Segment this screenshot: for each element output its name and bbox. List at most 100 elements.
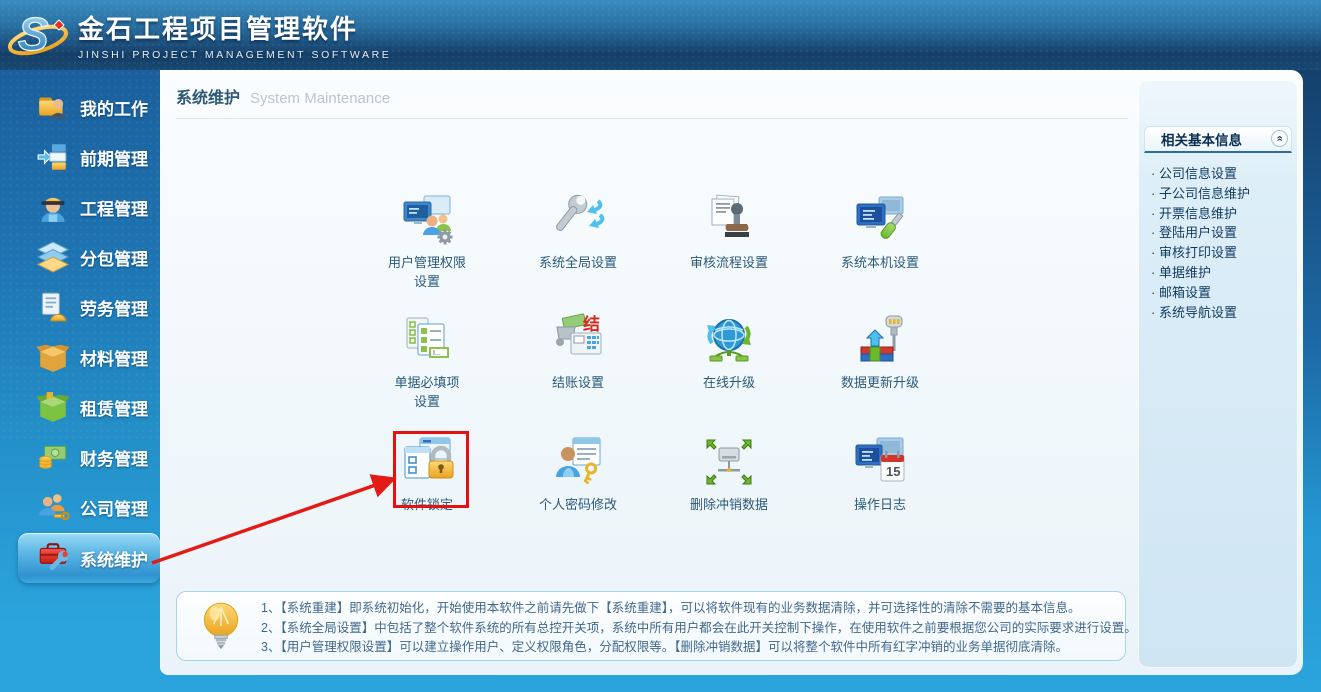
grid-item-personal-password-change[interactable]: 个人密码修改	[508, 435, 648, 513]
audit-flow-settings-icon	[702, 193, 756, 247]
grid-item-system-local-settings[interactable]: 系统本机设置	[810, 193, 950, 271]
related-link-mailbox-settings[interactable]: 邮箱设置	[1151, 283, 1292, 303]
grid-item-audit-flow-settings[interactable]: 审核流程设置	[659, 193, 799, 271]
chevron-up-icon: «	[1274, 135, 1285, 141]
sidebar-item-label: 我的工作	[80, 95, 148, 120]
sidebar-item-label: 租赁管理	[80, 395, 148, 420]
sidebar-item-system-maintenance[interactable]: 系统维护	[18, 533, 160, 583]
required-fields-settings-icon: I...	[400, 313, 454, 367]
grid-item-label: 操作日志	[810, 497, 950, 513]
collapse-button[interactable]: «	[1271, 130, 1288, 147]
grid-item-label: 在线升级	[659, 375, 799, 391]
app-header: S 金石工程项目管理软件 JINSHI PROJECT MANAGEMENT S…	[0, 0, 1321, 70]
grid-item-user-permission-settings[interactable]: 用户管理权限 设置	[357, 193, 497, 290]
main-sidebar: 我的工作 前期管理 工程管理 分包管理 劳务管理	[0, 70, 160, 692]
sidebar-item-my-work[interactable]: 我的工作	[0, 82, 160, 132]
user-permission-settings-icon	[400, 193, 454, 247]
sidebar-item-label: 系统维护	[80, 546, 148, 571]
sidebar-item-material[interactable]: 材料管理	[0, 332, 160, 382]
tip-line-1: 1、【系统重建】即系统初始化，开始使用本软件之前请先做下【系统重建】，可以将软件…	[261, 599, 1115, 619]
grid-item-label: 软件锁定	[357, 497, 497, 513]
leasing-icon	[36, 390, 70, 424]
system-maintenance-icon	[36, 541, 70, 575]
delete-writeoff-data-icon	[702, 435, 756, 489]
personal-password-icon	[551, 435, 605, 489]
tip-line-3: 3、【用户管理权限设置】可以建立操作用户、定义权限角色，分配权限等。【删除冲销数…	[261, 638, 1115, 658]
sidebar-item-label: 分包管理	[80, 245, 148, 270]
engineering-icon	[36, 190, 70, 224]
sidebar-item-label: 公司管理	[80, 495, 148, 520]
grid-item-label: 单据必填项	[357, 375, 497, 391]
sidebar-item-finance[interactable]: 财务管理	[0, 432, 160, 482]
app-logo-icon: S	[6, 4, 70, 69]
grid-item-label: 审核流程设置	[659, 255, 799, 271]
related-link-system-navigation-settings[interactable]: 系统导航设置	[1151, 303, 1292, 323]
related-link-audit-print-settings[interactable]: 审核打印设置	[1151, 243, 1292, 263]
grid-item-label: 数据更新升级	[810, 375, 950, 391]
grid-item-operation-log[interactable]: 15 操作日志	[810, 435, 950, 513]
grid-item-required-fields-settings[interactable]: I... 单据必填项 设置	[357, 313, 497, 410]
grid-item-system-global-settings[interactable]: 系统全局设置	[508, 193, 648, 271]
sidebar-item-label: 工程管理	[80, 195, 148, 220]
svg-text:I...: I...	[433, 350, 441, 357]
system-global-settings-icon	[551, 193, 605, 247]
grid-item-label: 用户管理权限	[357, 255, 497, 271]
grid-item-label-line2: 设置	[357, 274, 497, 290]
related-link-document-maintenance[interactable]: 单据维护	[1151, 263, 1292, 283]
grid-item-settlement-settings[interactable]: 结 结账设置	[508, 313, 648, 391]
online-upgrade-icon	[702, 313, 756, 367]
sidebar-item-label: 材料管理	[80, 345, 148, 370]
lightbulb-icon	[193, 599, 249, 655]
grid-item-software-lock[interactable]: 软件锁定	[357, 435, 497, 513]
system-local-settings-icon	[853, 193, 907, 247]
grid-item-online-upgrade[interactable]: 在线升级	[659, 313, 799, 391]
sidebar-item-labor[interactable]: 劳务管理	[0, 282, 160, 332]
related-link-list: 公司信息设置 子公司信息维护 开票信息维护 登陆用户设置 审核打印设置 单据维护…	[1151, 164, 1292, 322]
tips-box: 1、【系统重建】即系统初始化，开始使用本软件之前请先做下【系统重建】，可以将软件…	[176, 591, 1126, 661]
svg-text:结: 结	[583, 314, 600, 334]
grid-item-delete-writeoff-data[interactable]: 删除冲销数据	[659, 435, 799, 513]
sidebar-item-subcontract[interactable]: 分包管理	[0, 232, 160, 282]
sidebar-item-label: 劳务管理	[80, 295, 148, 320]
company-icon	[36, 490, 70, 524]
finance-icon	[36, 440, 70, 474]
svg-text:S: S	[18, 8, 49, 60]
grid-item-label: 系统本机设置	[810, 255, 950, 271]
sidebar-item-company[interactable]: 公司管理	[0, 482, 160, 532]
tip-line-2: 2、【系统全局设置】中包括了整个软件系统的所有总控开关项，系统中所有用户都会在此…	[261, 619, 1115, 639]
operation-log-icon: 15	[853, 435, 907, 489]
page-head: 系统维护 System Maintenance	[176, 84, 390, 108]
grid-item-label: 删除冲销数据	[659, 497, 799, 513]
related-panel-header: 相关基本信息	[1144, 126, 1292, 153]
grid-item-label: 结账设置	[508, 375, 648, 391]
app-title: 金石工程项目管理软件	[78, 9, 391, 46]
sidebar-item-label: 前期管理	[80, 145, 148, 170]
grid-item-label: 个人密码修改	[508, 497, 648, 513]
settlement-settings-icon: 结	[551, 313, 605, 367]
grid-item-label-line2: 设置	[357, 394, 497, 410]
sidebar-item-early-stage[interactable]: 前期管理	[0, 132, 160, 182]
my-work-icon	[36, 90, 70, 124]
related-info-panel: 相关基本信息 « 公司信息设置 子公司信息维护 开票信息维护 登陆用户设置 审核…	[1138, 80, 1298, 668]
content-panel: 系统维护 System Maintenance 用户管理权限 设置	[160, 70, 1303, 675]
page-title: 系统维护	[176, 84, 240, 108]
early-stage-icon	[36, 140, 70, 174]
subcontract-icon	[36, 240, 70, 274]
sidebar-item-label: 财务管理	[80, 445, 148, 470]
related-link-login-user-settings[interactable]: 登陆用户设置	[1151, 223, 1292, 243]
page-subtitle: System Maintenance	[250, 90, 390, 107]
data-update-upgrade-icon	[853, 313, 907, 367]
app-subtitle: JINSHI PROJECT MANAGEMENT SOFTWARE	[78, 49, 391, 61]
material-icon	[36, 340, 70, 374]
sidebar-item-leasing[interactable]: 租赁管理	[0, 382, 160, 432]
related-link-invoice-info-maintenance[interactable]: 开票信息维护	[1151, 204, 1292, 224]
grid-item-label: 系统全局设置	[508, 255, 648, 271]
grid-item-data-update-upgrade[interactable]: 数据更新升级	[810, 313, 950, 391]
related-link-company-info-settings[interactable]: 公司信息设置	[1151, 164, 1292, 184]
related-link-subsidiary-info-maintenance[interactable]: 子公司信息维护	[1151, 184, 1292, 204]
labor-icon	[36, 290, 70, 324]
software-lock-icon	[400, 435, 454, 489]
header-divider	[176, 118, 1128, 119]
sidebar-item-engineering[interactable]: 工程管理	[0, 182, 160, 232]
related-panel-title: 相关基本信息	[1161, 129, 1242, 149]
